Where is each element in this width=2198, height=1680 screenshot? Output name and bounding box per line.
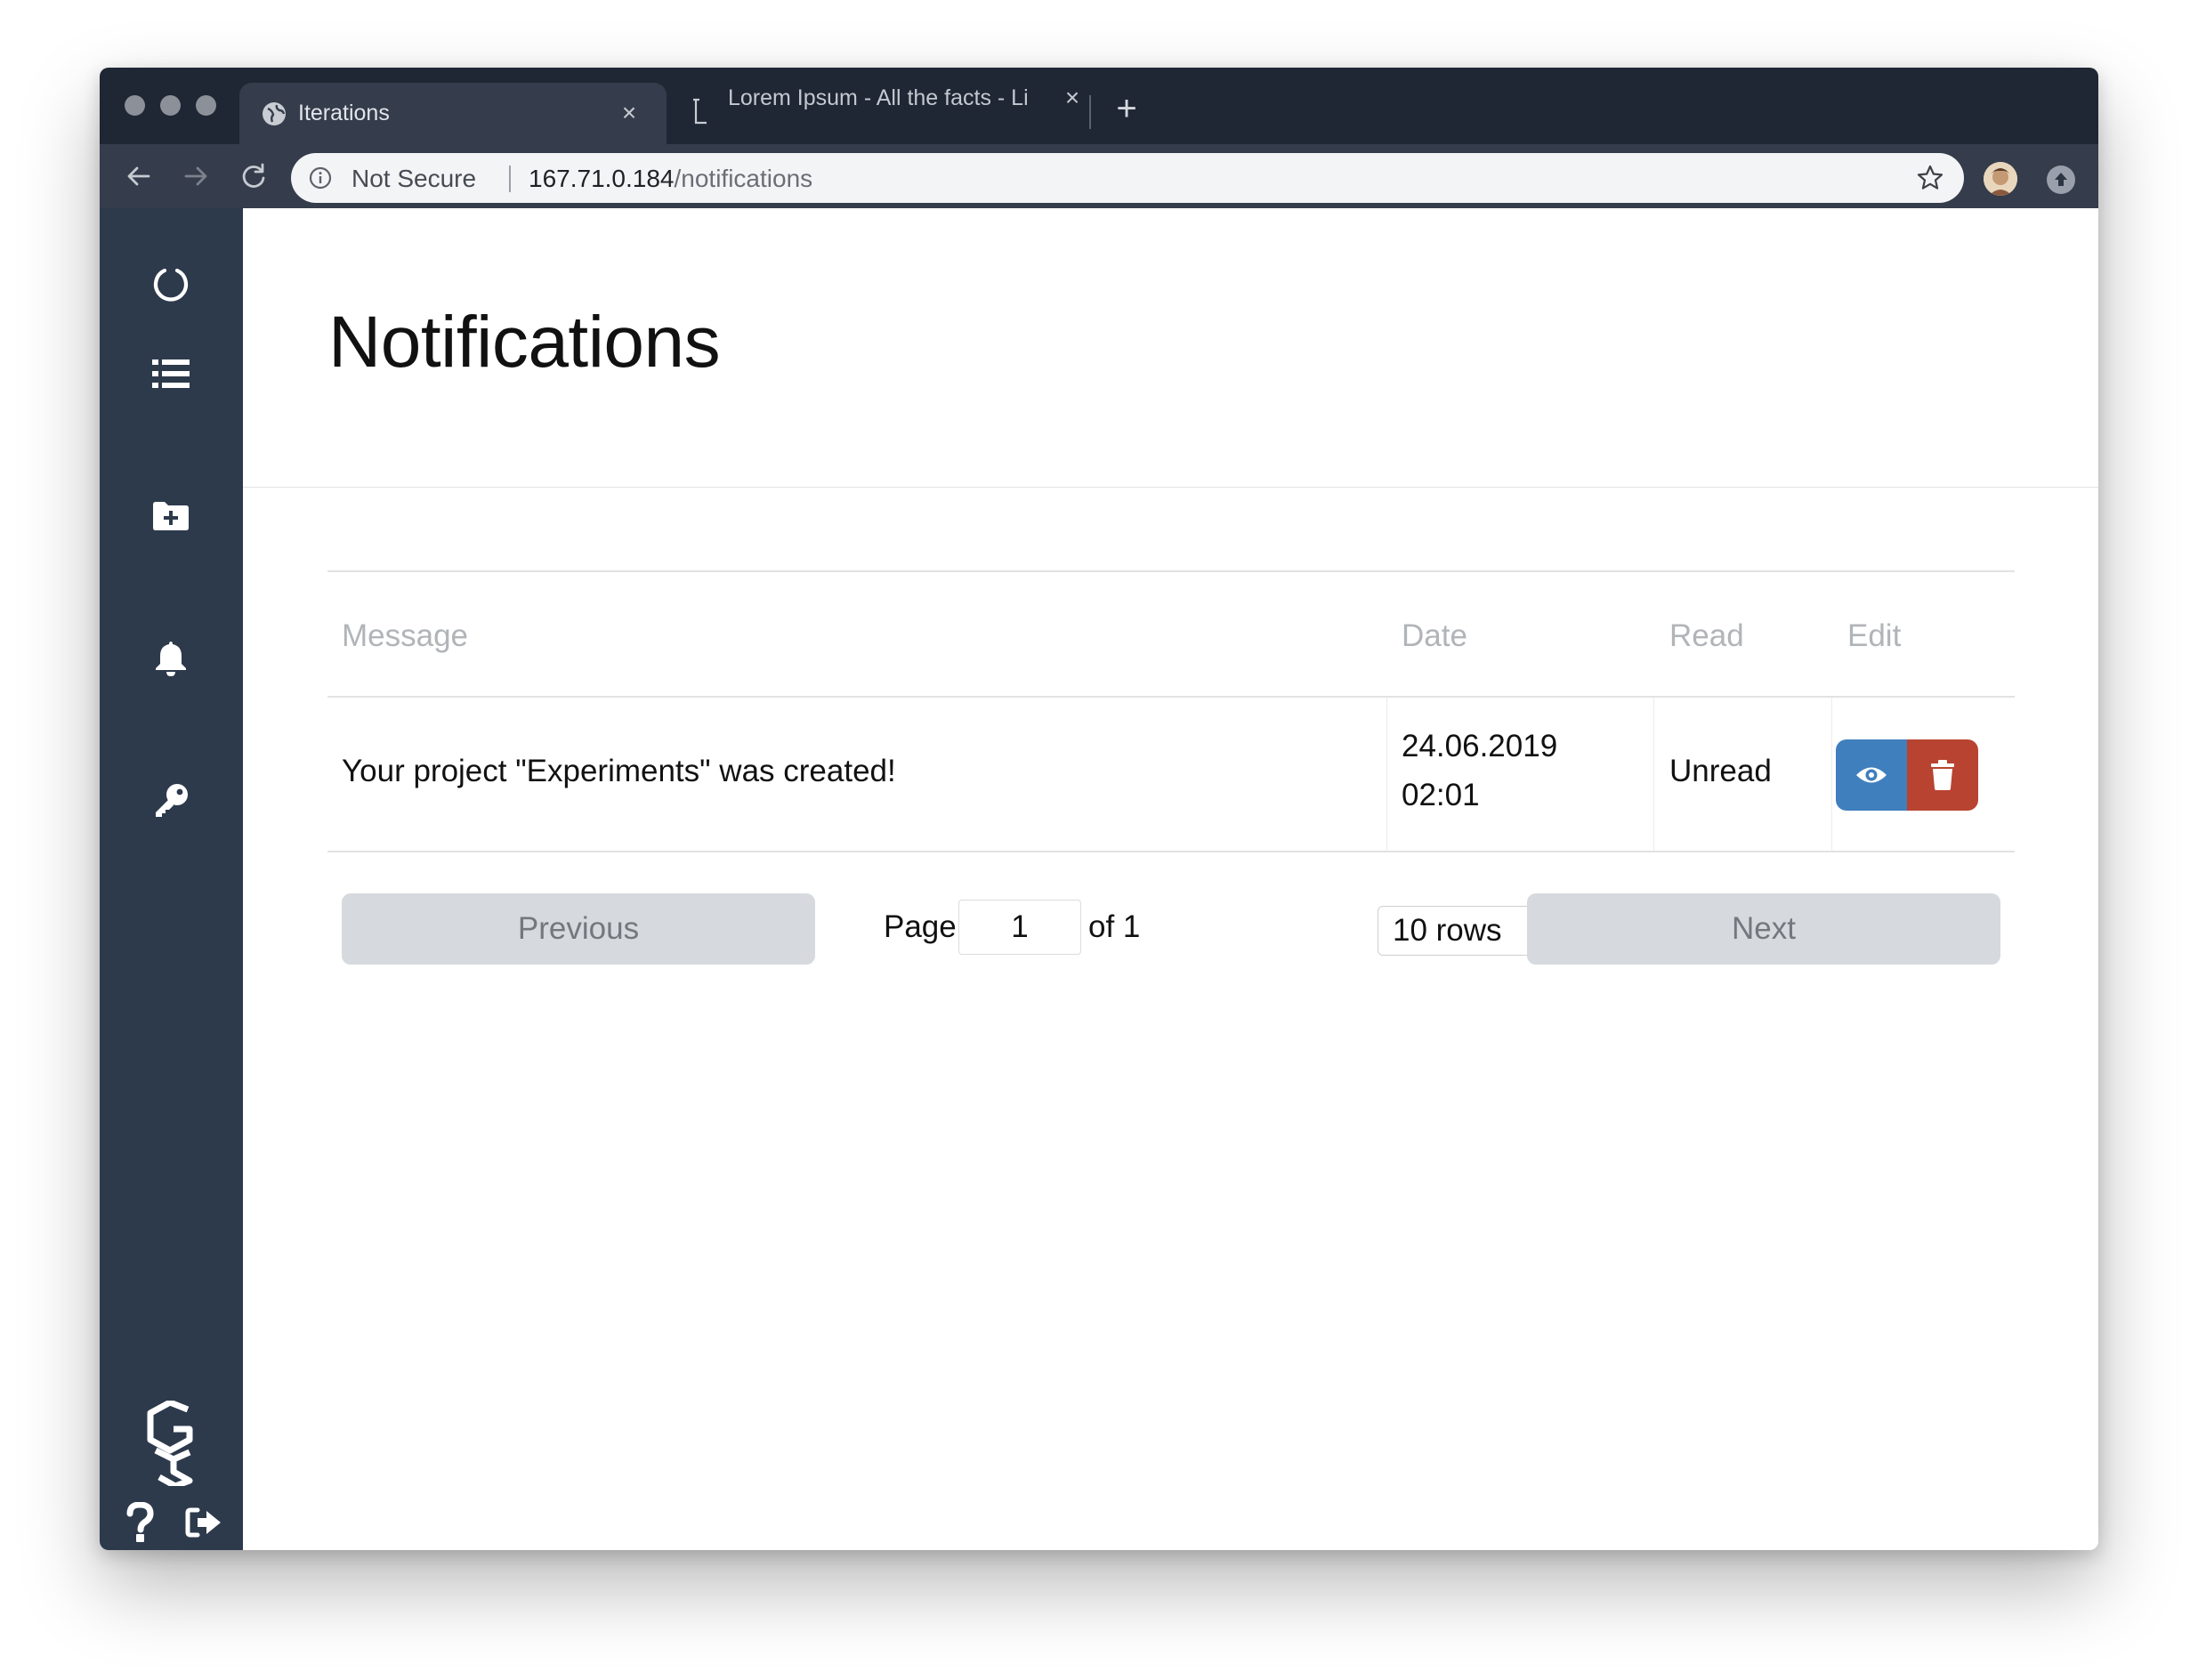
- pagination: Previous Page 1 of 1 10 rows Next: [342, 893, 2000, 965]
- window-close-dot[interactable]: [125, 95, 145, 116]
- browser-window: Iterations × Lorem Ipsum - All the facts…: [100, 68, 2098, 1550]
- tab-title: Iterations: [298, 101, 390, 125]
- sidebar: [100, 208, 243, 1550]
- cell-divider: [1386, 698, 1387, 851]
- sidebar-item-list[interactable]: [144, 347, 198, 400]
- eye-icon: [1856, 767, 1887, 783]
- window-zoom-dot[interactable]: [196, 95, 216, 116]
- trash-icon: [1931, 760, 1954, 790]
- table-row: Your project "Experiments" was created! …: [327, 698, 2015, 851]
- lorem-ipsum-favicon-icon: [693, 98, 707, 125]
- page-count-label: of 1: [1088, 909, 1141, 944]
- profile-avatar[interactable]: [1984, 162, 2017, 196]
- question-icon: [126, 1502, 154, 1542]
- reload-icon[interactable]: [238, 160, 270, 192]
- globe-icon: [263, 102, 286, 125]
- brand-logo[interactable]: [139, 1399, 205, 1488]
- browser-toolbar: Not Secure 167.71.0.184/notifications: [100, 144, 2098, 208]
- window-minimize-dot[interactable]: [160, 95, 181, 116]
- column-header-read[interactable]: Read: [1669, 618, 1744, 654]
- tab-iterations[interactable]: Iterations ×: [239, 83, 667, 144]
- new-tab-plus-icon[interactable]: +: [1109, 91, 1144, 126]
- page-label: Page: [884, 909, 957, 944]
- notification-time: 02:01: [1402, 778, 1480, 812]
- previous-button[interactable]: Previous: [342, 893, 815, 965]
- url-text[interactable]: 167.71.0.184/notifications: [529, 165, 812, 193]
- bookmark-star-icon[interactable]: [1916, 164, 1944, 192]
- list-icon: [152, 359, 190, 388]
- url-host: 167.71.0.184: [529, 165, 675, 192]
- tab-title-lorem[interactable]: Lorem Ipsum - All the facts - Li: [728, 85, 1054, 111]
- rows-per-page-value: 10 rows: [1393, 913, 1502, 948]
- app-area: Notifications Message Date Read Edit You…: [100, 208, 2098, 1550]
- column-header-edit: Edit: [1847, 618, 1902, 653]
- url-separator: [509, 166, 511, 192]
- cell-divider: [1831, 698, 1832, 851]
- logout-button[interactable]: [182, 1500, 226, 1545]
- bell-icon: [156, 642, 186, 676]
- column-header-message[interactable]: Message: [342, 618, 468, 654]
- view-notification-button[interactable]: [1836, 739, 1907, 811]
- tab-strip: Iterations × Lorem Ipsum - All the facts…: [100, 68, 2098, 144]
- table-top-border: [327, 570, 2015, 572]
- extension-upload-icon[interactable]: [2047, 166, 2075, 194]
- address-bar[interactable]: Not Secure 167.71.0.184/notifications: [291, 153, 1964, 203]
- column-header-date[interactable]: Date: [1402, 618, 1467, 654]
- folder-plus-icon: [153, 502, 189, 530]
- brand-logo-icon: [147, 1401, 193, 1486]
- url-path: /notifications: [674, 165, 813, 192]
- arrow-up-icon: [2055, 173, 2067, 186]
- delete-notification-button[interactable]: [1907, 739, 1978, 811]
- main-content: Notifications Message Date Read Edit You…: [243, 208, 2098, 1550]
- next-button[interactable]: Next: [1527, 893, 2000, 965]
- title-divider: [243, 487, 2098, 488]
- close-tab-icon[interactable]: ×: [1059, 85, 1086, 111]
- forward-arrow-icon[interactable]: [180, 160, 212, 192]
- help-button[interactable]: [117, 1498, 162, 1547]
- tab-separator: [1089, 95, 1091, 129]
- sign-out-icon: [185, 1507, 221, 1538]
- info-icon[interactable]: [309, 166, 332, 190]
- notification-message: Your project "Experiments" was created!: [342, 754, 896, 788]
- circle-notch-icon: [153, 268, 189, 302]
- page-number-input[interactable]: 1: [958, 900, 1081, 955]
- read-status: Unread: [1669, 754, 1772, 788]
- sidebar-item-new-project[interactable]: [144, 489, 198, 543]
- row-divider: [327, 851, 2015, 852]
- page-title: Notifications: [328, 302, 721, 383]
- sidebar-item-notifications[interactable]: [144, 632, 198, 685]
- notification-date: 24.06.2019: [1402, 729, 1558, 763]
- sidebar-item-keys[interactable]: [144, 774, 198, 828]
- avatar-face-icon: [1984, 162, 2017, 196]
- close-tab-icon[interactable]: ×: [616, 100, 642, 126]
- cell-divider: [1653, 698, 1654, 851]
- security-label: Not Secure: [352, 165, 477, 192]
- key-icon: [156, 784, 188, 817]
- sidebar-item-iterations[interactable]: [144, 257, 198, 311]
- back-arrow-icon[interactable]: [123, 160, 155, 192]
